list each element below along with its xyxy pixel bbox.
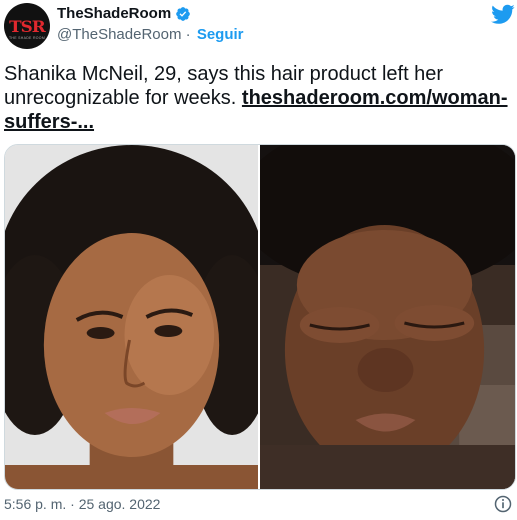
display-name[interactable]: TheShadeRoom bbox=[57, 5, 171, 22]
avatar[interactable]: TSR THE SHADE ROOM bbox=[4, 3, 50, 49]
left-photo-image bbox=[5, 145, 258, 489]
follow-button[interactable]: Seguir bbox=[197, 26, 244, 43]
name-row: TheShadeRoom bbox=[57, 5, 191, 22]
right-photo-image bbox=[260, 145, 515, 489]
tweet-text: Shanika McNeil, 29, says this hair produ… bbox=[4, 62, 514, 134]
avatar-logo: TSR bbox=[9, 16, 45, 36]
tweet-header: TSR THE SHADE ROOM TheShadeRoom @TheShad… bbox=[4, 0, 517, 50]
tweet-media[interactable] bbox=[4, 144, 516, 490]
verified-badge-icon bbox=[176, 6, 191, 21]
info-icon[interactable] bbox=[493, 494, 513, 514]
avatar-subtitle: THE SHADE ROOM bbox=[8, 36, 46, 40]
photo-right[interactable] bbox=[260, 145, 515, 489]
tweet-card: TSR THE SHADE ROOM TheShadeRoom @TheShad… bbox=[0, 0, 517, 520]
separator: · bbox=[181, 26, 195, 43]
twitter-bird-icon[interactable] bbox=[491, 2, 515, 26]
handle[interactable]: @TheShadeRoom bbox=[57, 26, 181, 43]
photo-left[interactable] bbox=[5, 145, 258, 489]
handle-row: @TheShadeRoom · Seguir bbox=[57, 26, 244, 43]
tweet-timestamp[interactable]: 5:56 p. m. · 25 ago. 2022 bbox=[4, 496, 160, 512]
